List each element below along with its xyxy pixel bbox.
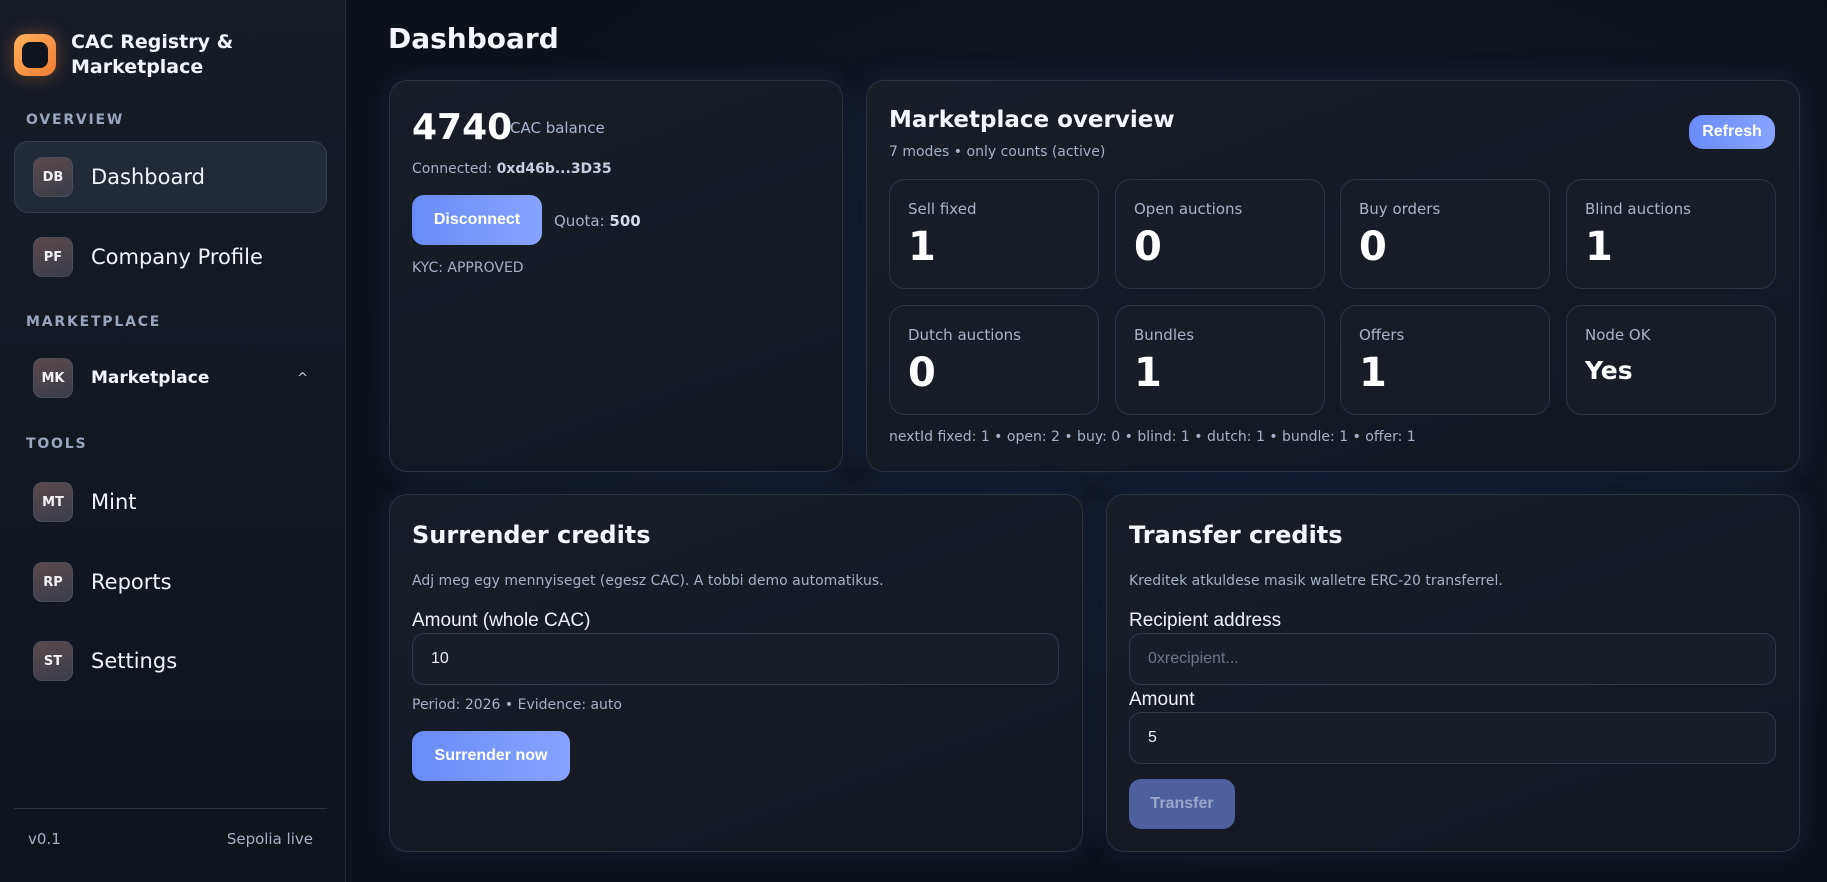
version-label: v0.1 <box>28 830 61 848</box>
page-title: Dashboard <box>388 22 559 55</box>
balance-unit: CAC balance <box>510 119 605 137</box>
refresh-button[interactable]: Refresh <box>1689 115 1775 149</box>
quota-value: 500 <box>609 212 641 230</box>
sidebar-item-mint[interactable]: MT Mint <box>14 466 327 538</box>
sidebar-item-label: Marketplace <box>91 368 210 388</box>
stat-offers: Offers 1 <box>1340 305 1550 415</box>
next-id-summary: nextId fixed: 1 • open: 2 • buy: 0 • bli… <box>889 429 1416 445</box>
stat-value: 1 <box>1359 350 1387 396</box>
section-tools: TOOLS <box>26 436 88 452</box>
balance-value: 4740 <box>412 107 513 148</box>
mint-icon: MT <box>33 482 73 522</box>
surrender-amount-input[interactable] <box>412 633 1059 685</box>
transfer-amount-input[interactable] <box>1129 712 1776 764</box>
transfer-credits-card: Transfer credits Kreditek atkuldese masi… <box>1106 494 1800 852</box>
sidebar-item-label: Company Profile <box>91 245 263 269</box>
transfer-amount-label: Amount <box>1129 689 1195 710</box>
marketplace-overview-subtitle: 7 modes • only counts (active) <box>889 144 1106 160</box>
stat-value: 0 <box>1134 224 1162 270</box>
amount-label: Amount (whole CAC) <box>412 610 591 631</box>
stat-value: 1 <box>1134 350 1162 396</box>
sidebar-divider <box>14 808 327 809</box>
marketplace-overview-card: Marketplace overview 7 modes • only coun… <box>866 80 1800 472</box>
sidebar-item-dashboard[interactable]: DB Dashboard <box>14 141 327 213</box>
transfer-title: Transfer credits <box>1129 521 1343 549</box>
stat-dutch-auctions: Dutch auctions 0 <box>889 305 1099 415</box>
stat-label: Sell fixed <box>908 200 977 218</box>
stat-blind-auctions: Blind auctions 1 <box>1566 179 1776 289</box>
stat-node-ok: Node OK Yes <box>1566 305 1776 415</box>
section-marketplace: MARKETPLACE <box>26 314 162 330</box>
quota: Quota: 500 <box>554 212 641 230</box>
stat-value: 1 <box>1585 224 1613 270</box>
surrender-description: Adj meg egy mennyiseget (egesz CAC). A t… <box>412 573 884 589</box>
stat-bundles: Bundles 1 <box>1115 305 1325 415</box>
sidebar-item-marketplace[interactable]: MK Marketplace ^ <box>14 342 327 414</box>
marketplace-icon: MK <box>33 358 73 398</box>
surrender-credits-card: Surrender credits Adj meg egy mennyisege… <box>389 494 1083 852</box>
sidebar-item-reports[interactable]: RP Reports <box>14 546 327 618</box>
connected-address: Connected: 0xd46b...3D35 <box>412 161 612 177</box>
stat-label: Node OK <box>1585 326 1651 344</box>
brand: CAC Registry & Marketplace <box>14 30 271 80</box>
sidebar-item-label: Mint <box>91 490 137 514</box>
section-overview: OVERVIEW <box>26 112 125 128</box>
sidebar: CAC Registry & Marketplace OVERVIEW DB D… <box>0 0 346 882</box>
network-status: Sepolia live <box>226 830 313 848</box>
quota-label: Quota: <box>554 212 605 230</box>
stat-value: Yes <box>1585 356 1633 385</box>
stat-value: 0 <box>908 350 936 396</box>
stat-sell-fixed: Sell fixed 1 <box>889 179 1099 289</box>
brand-logo-icon <box>14 34 56 76</box>
surrender-title: Surrender credits <box>412 521 651 549</box>
sidebar-item-settings[interactable]: ST Settings <box>14 625 327 697</box>
recipient-address-input[interactable] <box>1129 633 1776 685</box>
stat-open-auctions: Open auctions 0 <box>1115 179 1325 289</box>
kyc-status: KYC: APPROVED <box>412 260 524 276</box>
sidebar-item-company-profile[interactable]: PF Company Profile <box>14 221 327 293</box>
stat-label: Blind auctions <box>1585 200 1691 218</box>
sidebar-item-label: Reports <box>91 570 172 594</box>
period-evidence: Period: 2026 • Evidence: auto <box>412 697 622 713</box>
surrender-now-button[interactable]: Surrender now <box>412 731 570 781</box>
sidebar-item-label: Dashboard <box>91 165 205 189</box>
stat-value: 1 <box>908 224 936 270</box>
stat-label: Offers <box>1359 326 1405 344</box>
connected-label: Connected: <box>412 161 493 177</box>
stat-label: Open auctions <box>1134 200 1243 218</box>
recipient-label: Recipient address <box>1129 610 1282 631</box>
brand-title: CAC Registry & Marketplace <box>71 31 234 78</box>
disconnect-button[interactable]: Disconnect <box>412 195 542 245</box>
stat-buy-orders: Buy orders 0 <box>1340 179 1550 289</box>
company-profile-icon: PF <box>33 237 73 277</box>
stat-label: Bundles <box>1134 326 1195 344</box>
transfer-description: Kreditek atkuldese masik walletre ERC-20… <box>1129 573 1503 589</box>
marketplace-overview-title: Marketplace overview <box>889 107 1175 133</box>
stat-label: Buy orders <box>1359 200 1441 218</box>
balance-card: 4740 CAC balance Connected: 0xd46b...3D3… <box>389 80 843 472</box>
transfer-button[interactable]: Transfer <box>1129 779 1235 829</box>
stat-value: 0 <box>1359 224 1387 270</box>
chevron-up-icon[interactable]: ^ <box>297 371 308 386</box>
dashboard-icon: DB <box>33 157 73 197</box>
reports-icon: RP <box>33 562 73 602</box>
wallet-address: 0xd46b...3D35 <box>496 161 612 177</box>
sidebar-item-label: Settings <box>91 649 178 673</box>
main-content: Dashboard 4740 CAC balance Connected: 0x… <box>346 0 1827 882</box>
stat-label: Dutch auctions <box>908 326 1021 344</box>
settings-icon: ST <box>33 641 73 681</box>
